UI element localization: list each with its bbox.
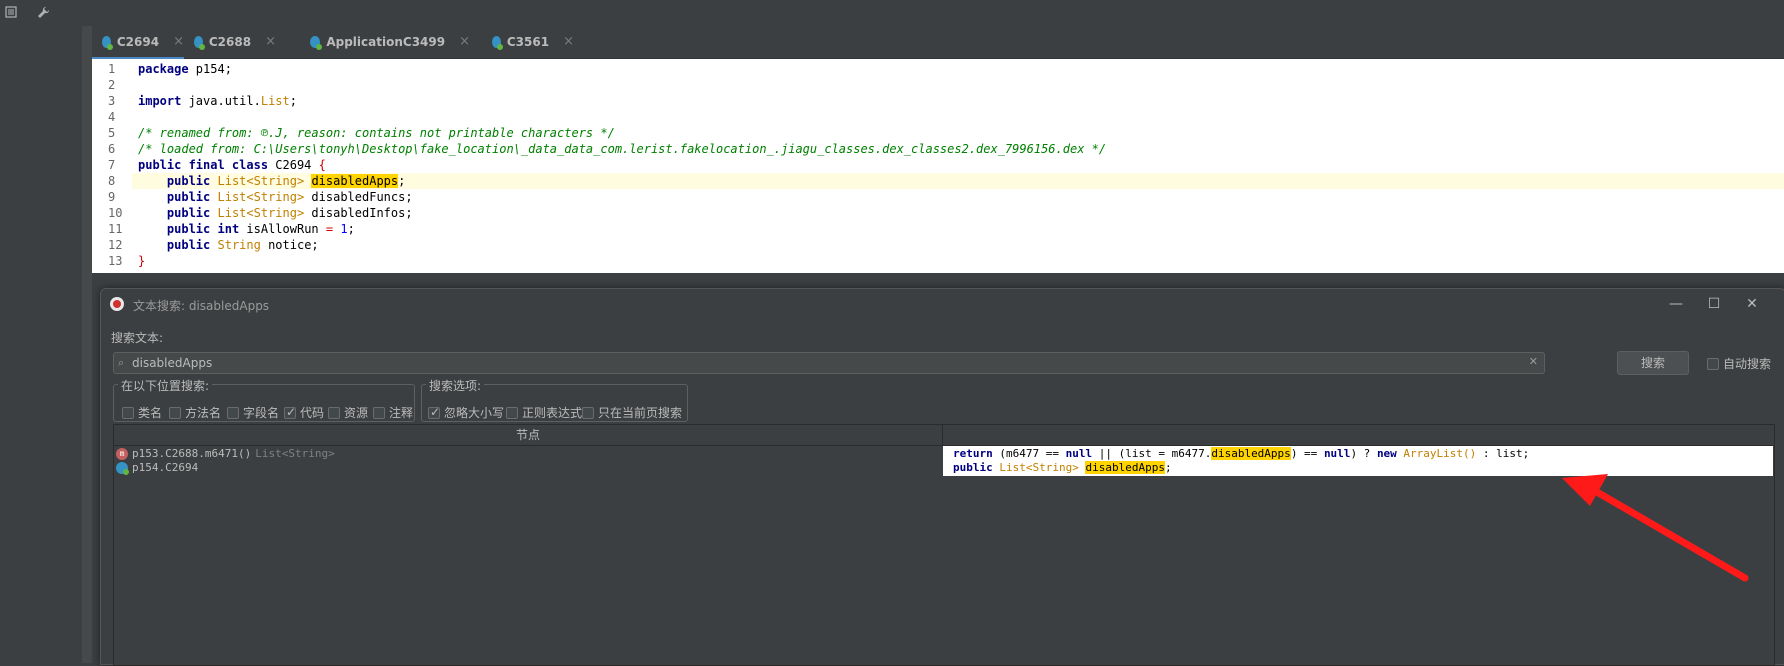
code-comment: /* loaded from: C:\Users\tonyh\Desktop\f… xyxy=(138,142,1107,156)
code-line: public List<String> disabledInfos; xyxy=(166,206,413,220)
code-line: import java.util.List; xyxy=(138,94,297,108)
search-match: disabledApps xyxy=(1211,447,1291,460)
checkbox[interactable] xyxy=(1707,357,1719,370)
minimize-icon[interactable]: — xyxy=(1667,295,1685,313)
maximize-icon[interactable]: ☐ xyxy=(1705,295,1723,313)
option-field-name[interactable]: 字段名 xyxy=(227,404,279,421)
checkbox[interactable] xyxy=(227,406,239,419)
result-row[interactable]: m p153.C2688.m6471() List<String> xyxy=(116,447,335,461)
code-line: public String notice; xyxy=(166,238,319,252)
result-code-line: return (m6477 == null || (list = m6477.d… xyxy=(953,447,1530,460)
result-row[interactable]: p154.C2694 xyxy=(116,461,198,475)
close-icon[interactable]: × xyxy=(173,34,184,49)
close-icon[interactable]: × xyxy=(459,34,470,49)
column-header-node[interactable]: 节点 xyxy=(114,425,943,446)
search-results-table: 节点 m p153.C2688.m6471() List<String> p15… xyxy=(113,424,1775,666)
line-number: 9 xyxy=(108,190,116,204)
column-header-code[interactable] xyxy=(943,425,1774,446)
code-line: public final class C2694 { xyxy=(138,158,326,172)
class-file-icon xyxy=(310,35,323,50)
tab-c2688[interactable]: C2688 × xyxy=(184,26,276,57)
method-icon: m xyxy=(116,448,128,460)
option-resources[interactable]: 资源 xyxy=(328,404,368,421)
code-line-highlighted: public List<String> disabledApps; xyxy=(132,173,1784,189)
code-line: public int isAllowRun = 1; xyxy=(166,222,355,236)
search-button[interactable]: 搜索 xyxy=(1617,351,1689,375)
code-editor[interactable]: 1 2 3 4 5 6 7 8 9 10 11 12 13 package p1… xyxy=(92,59,1784,273)
clear-icon[interactable]: ✕ xyxy=(1529,355,1538,368)
line-number: 13 xyxy=(108,254,123,268)
line-number: 4 xyxy=(108,110,116,124)
option-method-name[interactable]: 方法名 xyxy=(169,404,221,421)
tab-label: C2688 xyxy=(208,34,252,49)
main-toolbar xyxy=(0,0,92,26)
code-line: } xyxy=(138,254,146,268)
menu-icon[interactable] xyxy=(2,3,20,21)
search-location-group: 在以下位置搜索: 类名 方法名 字段名 代码 资源 注释 xyxy=(113,377,415,422)
checkbox[interactable] xyxy=(373,406,385,419)
search-field[interactable]: ⌕ ✕ xyxy=(113,352,1545,374)
result-code-line: public List<String> disabledApps; xyxy=(953,461,1172,474)
checkbox[interactable] xyxy=(169,406,181,419)
line-number: 11 xyxy=(108,222,123,236)
close-icon[interactable]: ✕ xyxy=(1743,295,1761,313)
wrench-icon[interactable] xyxy=(34,3,52,21)
option-class-name[interactable]: 类名 xyxy=(122,404,162,421)
option-code[interactable]: 代码 xyxy=(284,404,324,421)
checkbox-checked[interactable] xyxy=(284,405,296,419)
option-regex[interactable]: 正则表达式 xyxy=(506,404,582,421)
auto-search-label: 自动搜索 xyxy=(1723,357,1772,371)
checkbox[interactable] xyxy=(122,406,134,419)
auto-search-checkbox[interactable]: 自动搜索 xyxy=(1707,355,1771,372)
option-current-page-only[interactable]: 只在当前页搜索 xyxy=(582,404,682,421)
code-line: package p154; xyxy=(138,62,232,76)
annotation-arrow-icon xyxy=(1562,474,1749,582)
line-gutter: 1 2 3 4 5 6 7 8 9 10 11 12 13 xyxy=(92,59,132,273)
app-logo-icon xyxy=(110,297,124,311)
search-options-title: 搜索选项: xyxy=(426,377,485,394)
line-number: 6 xyxy=(108,142,116,156)
close-icon[interactable]: × xyxy=(563,34,574,49)
line-number: 5 xyxy=(108,126,116,140)
dialog-title-bar[interactable]: 文本搜索: disabledApps — ☐ ✕ xyxy=(101,289,1784,319)
close-icon[interactable]: × xyxy=(265,34,276,49)
checkbox[interactable] xyxy=(328,406,340,419)
code-comment: /* renamed from: ℗.J, reason: contains n… xyxy=(138,126,615,140)
editor-left-strip xyxy=(82,26,92,663)
search-text-label: 搜索文本: xyxy=(111,331,164,345)
text-search-dialog: 文本搜索: disabledApps — ☐ ✕ 搜索文本: ⌕ ✕ 搜索 自动… xyxy=(100,288,1784,666)
line-number: 10 xyxy=(108,206,123,220)
search-location-title: 在以下位置搜索: xyxy=(118,377,213,394)
code-line: public List<String> disabledFuncs; xyxy=(166,190,413,204)
line-number: 3 xyxy=(108,94,116,108)
class-icon xyxy=(116,462,129,475)
search-options-group: 搜索选项: 忽略大小写 正则表达式 只在当前页搜索 xyxy=(421,377,688,422)
checkbox[interactable] xyxy=(506,406,518,419)
line-number: 12 xyxy=(108,238,123,252)
line-number: 1 xyxy=(108,62,116,76)
search-icon: ⌕ xyxy=(118,356,125,369)
editor-tabs: C2694 × C2688 × ApplicationC3499 × C3561… xyxy=(92,26,1784,60)
option-comments[interactable]: 注释 xyxy=(373,404,413,421)
class-file-icon xyxy=(492,35,503,50)
project-sidebar xyxy=(0,26,83,663)
tab-applicationc3499[interactable]: ApplicationC3499 × xyxy=(300,26,470,57)
tab-label: ApplicationC3499 xyxy=(326,34,446,49)
tab-c3561[interactable]: C3561 × xyxy=(482,26,574,57)
class-file-icon xyxy=(194,35,205,50)
tab-label: C2694 xyxy=(116,34,160,49)
checkbox[interactable] xyxy=(582,406,594,419)
line-number: 2 xyxy=(108,78,116,92)
option-ignore-case[interactable]: 忽略大小写 xyxy=(428,404,504,421)
checkbox-checked[interactable] xyxy=(428,405,440,419)
search-match: disabledApps xyxy=(1085,461,1165,474)
tab-label: C3561 xyxy=(506,34,550,49)
line-number: 8 xyxy=(108,174,116,188)
class-file-icon xyxy=(102,35,113,50)
line-number: 7 xyxy=(108,158,116,172)
search-match: disabledApps xyxy=(311,174,399,188)
search-input[interactable] xyxy=(132,354,1512,372)
tab-c2694[interactable]: C2694 × xyxy=(92,26,184,60)
dialog-title: 文本搜索: disabledApps xyxy=(133,299,270,313)
